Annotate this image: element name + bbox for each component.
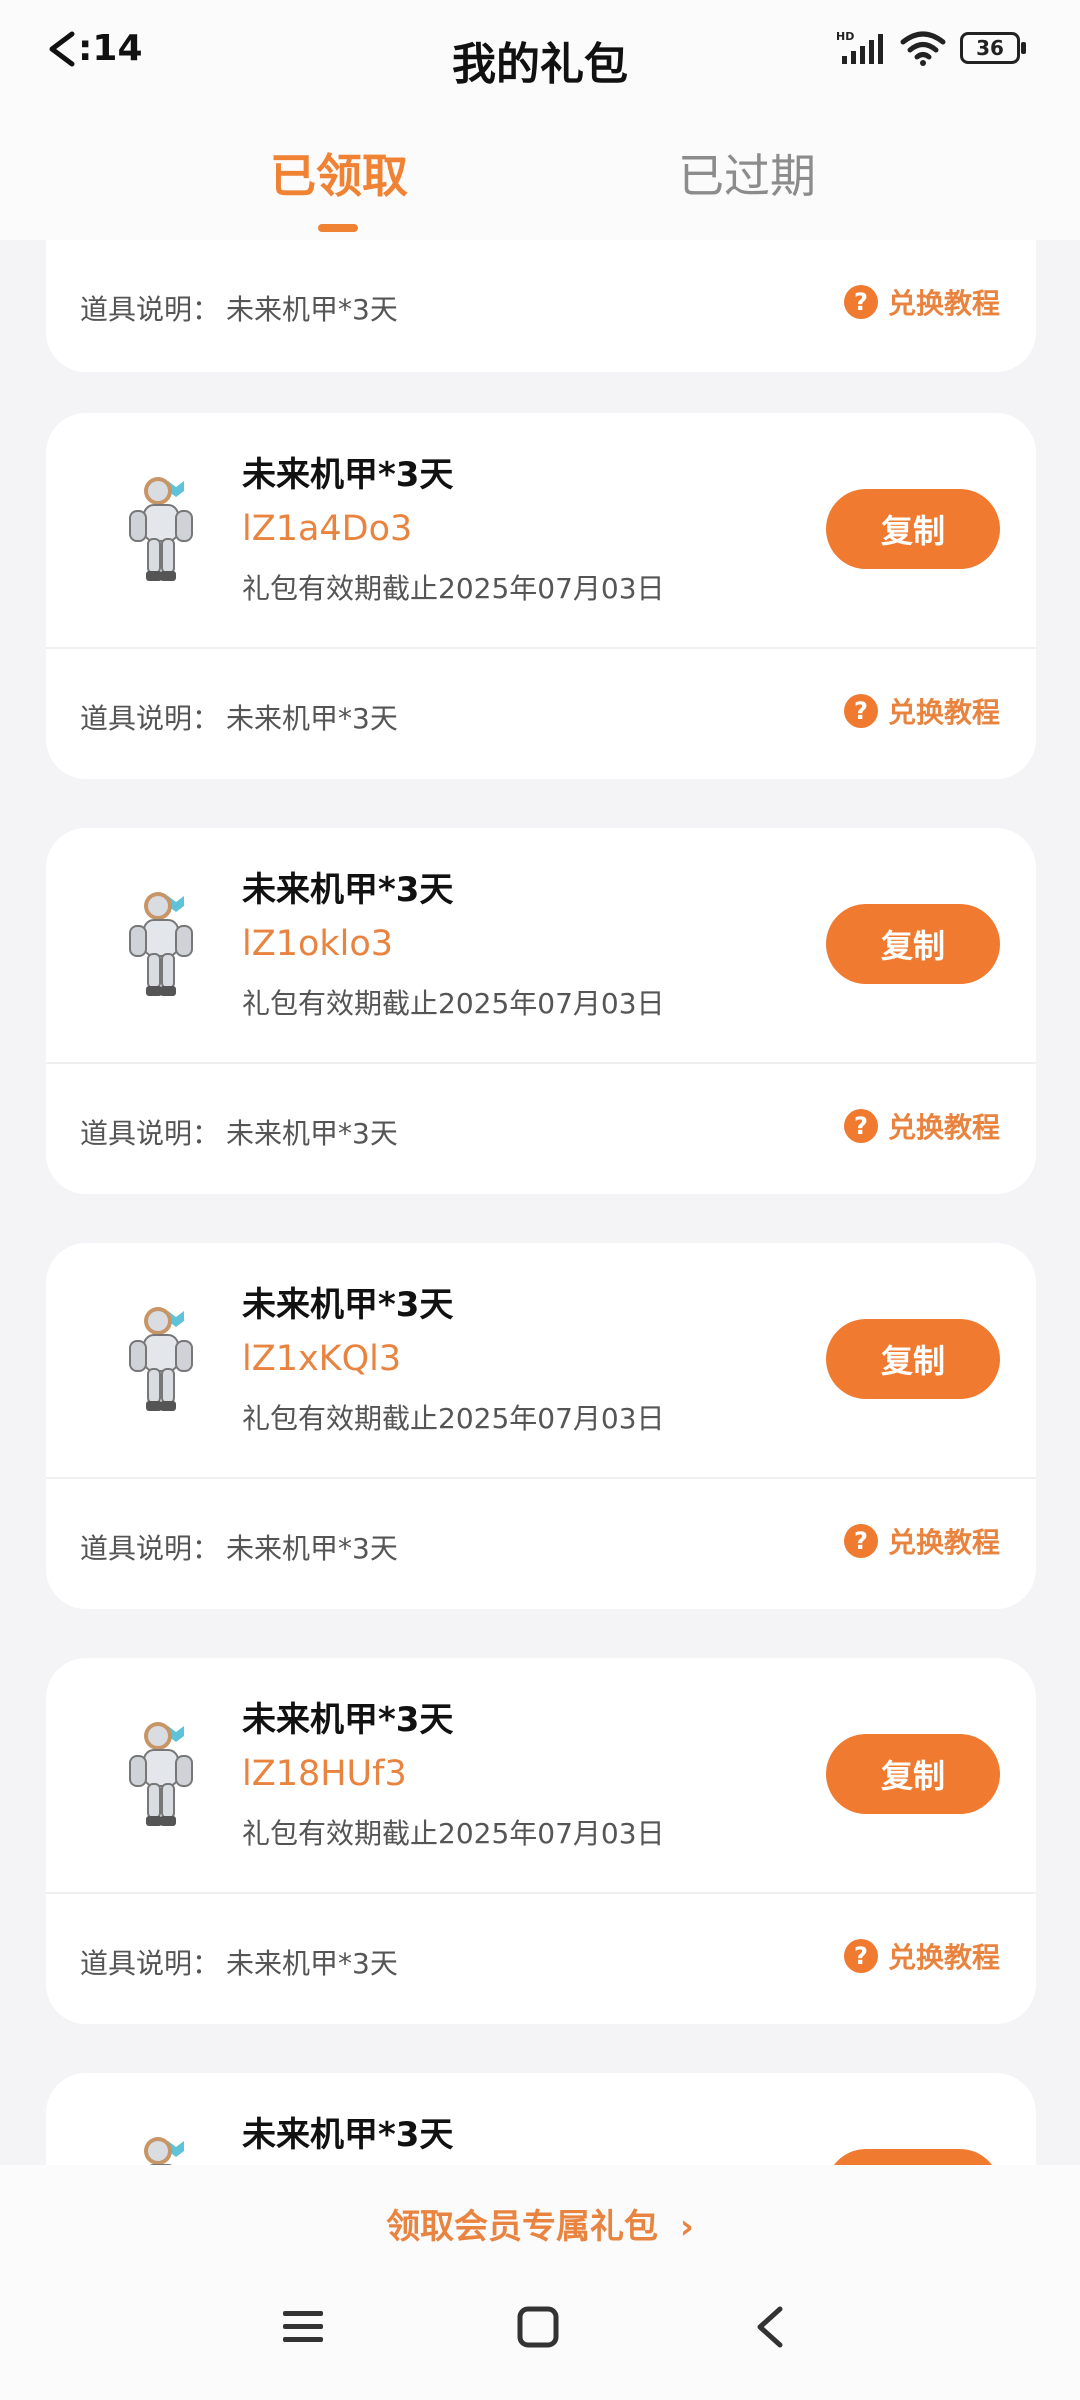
gift-card-bottom: 道具说明： 未来机甲*3天 ? 兑换教程 (46, 1894, 1036, 2026)
back-icon[interactable] (752, 2305, 788, 2349)
vip-gift-link[interactable]: 领取会员专属礼包 › (0, 2199, 1080, 2248)
gift-card-top: 未来机甲*3天 lZ1a4Do3 礼包有效期截止2025年07月03日 复制 (46, 413, 1036, 649)
redeem-tutorial-label: 兑换教程 (887, 287, 1000, 320)
gift-card: 道具说明： 未来机甲*3天 ? 兑换教程 (46, 240, 1036, 372)
item-description-value: 未来机甲*3天 (226, 702, 398, 735)
item-description-label: 道具说明： (80, 1947, 221, 1980)
redeem-tutorial-link[interactable]: ? 兑换教程 (843, 1106, 1000, 1146)
copy-button[interactable]: 复制 (826, 1319, 1000, 1399)
question-icon: ? (843, 285, 878, 319)
gift-card-bottom: 道具说明： 未来机甲*3天 ? 兑换教程 (46, 649, 1036, 781)
gift-card-top: 未来机甲*3天 lZ1xKQl3 礼包有效期截止2025年07月03日 复制 (46, 1243, 1036, 1479)
item-description-label: 道具说明： (80, 1117, 221, 1150)
item-description-label: 道具说明： (80, 1532, 221, 1565)
item-description-value: 未来机甲*3天 (226, 1117, 398, 1150)
gift-card: 未来机甲*3天 lZ1oklo3 礼包有效期截止2025年07月03日 复制 道… (46, 828, 1036, 1194)
gift-code: lZ18HUf3 (242, 1754, 407, 1794)
gift-card: 未来机甲*3天 复制 (46, 2073, 1036, 2165)
redeem-tutorial-link[interactable]: ? 兑换教程 (843, 1521, 1000, 1561)
copy-button[interactable]: 复制 (826, 1734, 1000, 1814)
mecha-robot-icon (144, 2137, 184, 2165)
battery-icon: 36 (960, 32, 1026, 64)
question-icon: ? (843, 1524, 878, 1558)
gift-list[interactable]: 道具说明： 未来机甲*3天 ? 兑换教程 未来机甲*3天 lZ1a4Do3 礼包… (0, 240, 1080, 2165)
gift-expiry: 礼包有效期截止2025年07月03日 (242, 987, 665, 1020)
item-description: 道具说明： 未来机甲*3天 (80, 1112, 398, 1152)
tab-received[interactable]: 已领取 (270, 140, 408, 206)
signal-icon: HD (836, 30, 883, 64)
gift-card-bottom: 道具说明： 未来机甲*3天 ? 兑换教程 (46, 240, 1036, 372)
item-description: 道具说明： 未来机甲*3天 (80, 1527, 398, 1567)
network-type-label: HD (836, 30, 854, 43)
item-description-value: 未来机甲*3天 (226, 293, 398, 326)
redeem-tutorial-label: 兑换教程 (887, 696, 1000, 729)
redeem-tutorial-label: 兑换教程 (887, 1526, 1000, 1559)
question-icon: ? (843, 694, 878, 728)
copy-button[interactable]: 复制 (826, 489, 1000, 569)
gift-name: 未来机甲*3天 (242, 1700, 454, 1740)
item-description: 道具说明： 未来机甲*3天 (80, 697, 398, 737)
redeem-tutorial-link[interactable]: ? 兑换教程 (843, 691, 1000, 731)
tab-bar: 已领取 已过期 (0, 140, 1080, 240)
redeem-tutorial-label: 兑换教程 (887, 1941, 1000, 1974)
gift-expiry: 礼包有效期截止2025年07月03日 (242, 1817, 665, 1850)
mecha-robot-icon (129, 1722, 193, 1826)
item-description-label: 道具说明： (80, 293, 221, 326)
gift-code: lZ1a4Do3 (242, 509, 413, 549)
gift-name: 未来机甲*3天 (242, 455, 454, 495)
vip-gift-label: 领取会员专属礼包 (386, 2207, 659, 2247)
gift-card: 未来机甲*3天 lZ18HUf3 礼包有效期截止2025年07月03日 复制 道… (46, 1658, 1036, 2024)
redeem-tutorial-link[interactable]: ? 兑换教程 (843, 1936, 1000, 1976)
item-description-value: 未来机甲*3天 (226, 1532, 398, 1565)
gift-card-bottom: 道具说明： 未来机甲*3天 ? 兑换教程 (46, 1479, 1036, 1611)
tab-expired[interactable]: 已过期 (678, 140, 816, 206)
question-icon: ? (843, 1939, 878, 1973)
chevron-right-icon: › (679, 2207, 694, 2247)
item-description: 道具说明： 未来机甲*3天 (80, 1942, 398, 1982)
item-description-label: 道具说明： (80, 702, 221, 735)
gift-card-top: 未来机甲*3天 lZ18HUf3 礼包有效期截止2025年07月03日 复制 (46, 1658, 1036, 1894)
redeem-tutorial-label: 兑换教程 (887, 1111, 1000, 1144)
system-nav-bar (0, 2305, 1080, 2365)
mecha-robot-icon (129, 1307, 193, 1411)
item-description-value: 未来机甲*3天 (226, 1947, 398, 1980)
status-icons: HD 36 (836, 30, 1026, 66)
wifi-icon (900, 31, 946, 66)
header: :14 我的礼包 HD 36 已领取 已过期 (0, 0, 1080, 240)
gift-expiry: 礼包有效期截止2025年07月03日 (242, 572, 665, 605)
gift-name: 未来机甲*3天 (242, 870, 454, 910)
home-icon[interactable] (516, 2305, 560, 2349)
footer: 领取会员专属礼包 › (0, 2165, 1080, 2400)
gift-name: 未来机甲*3天 (242, 2115, 454, 2155)
gift-card: 未来机甲*3天 lZ1a4Do3 礼包有效期截止2025年07月03日 复制 道… (46, 413, 1036, 779)
gift-expiry: 礼包有效期截止2025年07月03日 (242, 1402, 665, 1435)
gift-name: 未来机甲*3天 (242, 1285, 454, 1325)
gift-card-bottom: 道具说明： 未来机甲*3天 ? 兑换教程 (46, 1064, 1036, 1196)
question-icon: ? (843, 1109, 878, 1143)
tab-active-indicator (318, 224, 358, 232)
menu-icon[interactable] (280, 2305, 326, 2349)
item-description: 道具说明： 未来机甲*3天 (80, 288, 398, 328)
mecha-robot-icon (129, 477, 193, 581)
gift-card-top: 未来机甲*3天 复制 (46, 2073, 1036, 2165)
copy-button[interactable]: 复制 (826, 904, 1000, 984)
gift-code: lZ1xKQl3 (242, 1339, 402, 1379)
mecha-robot-icon (129, 892, 193, 996)
copy-button[interactable]: 复制 (826, 2149, 1000, 2165)
gift-card: 未来机甲*3天 lZ1xKQl3 礼包有效期截止2025年07月03日 复制 道… (46, 1243, 1036, 1609)
redeem-tutorial-link[interactable]: ? 兑换教程 (843, 282, 1000, 322)
gift-code: lZ1oklo3 (242, 924, 394, 964)
gift-card-top: 未来机甲*3天 lZ1oklo3 礼包有效期截止2025年07月03日 复制 (46, 828, 1036, 1064)
